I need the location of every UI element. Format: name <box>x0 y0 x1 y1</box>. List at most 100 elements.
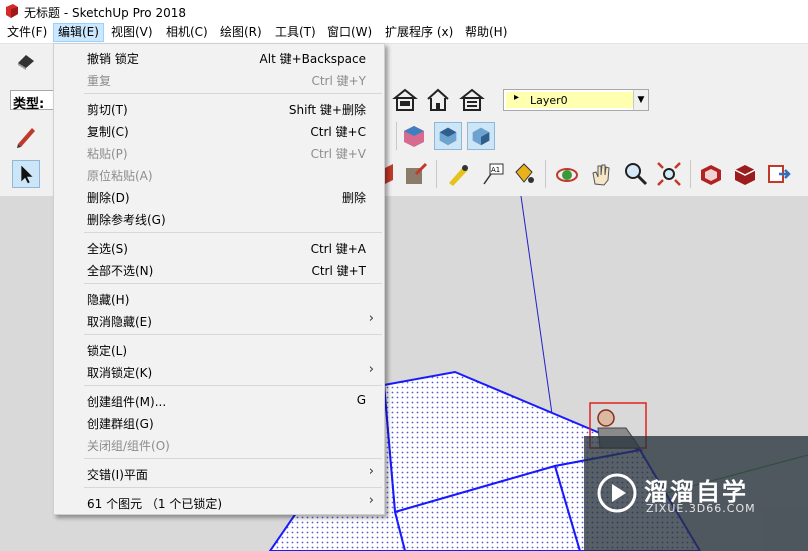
paint-bucket-icon <box>515 163 534 183</box>
menu-item-make-group[interactable]: 创建群组(G) <box>54 411 384 433</box>
menu-item-make-component[interactable]: 创建组件(M)... G <box>54 389 384 411</box>
menu-item-paste[interactable]: 粘贴(P) Ctrl 键+V <box>54 141 384 163</box>
cube-front-icon <box>472 127 490 146</box>
arrow-cursor-icon <box>21 165 33 184</box>
menu-separator <box>84 232 382 233</box>
tape-measure-icon <box>449 165 468 186</box>
menu-item-intersect-faces[interactable]: 交错(I)平面 › <box>54 462 384 484</box>
watermark-subtitle: ZIXUE.3D66.COM <box>646 502 756 515</box>
chevron-right-icon: › <box>368 362 374 377</box>
cube-top-icon <box>439 127 457 146</box>
menu-item-lock[interactable]: 锁定(L) <box>54 338 384 360</box>
menu-separator <box>84 385 382 386</box>
menu-separator <box>84 458 382 459</box>
person-head <box>597 409 615 427</box>
offset-tool-button[interactable] <box>402 160 430 188</box>
hand-icon <box>592 164 610 186</box>
menu-help[interactable]: 帮助(H) <box>461 24 511 41</box>
offset-icon <box>406 162 428 184</box>
tape-measure-button[interactable] <box>444 160 472 188</box>
title-bar: 无标题 - SketchUp Pro 2018 <box>0 0 808 22</box>
menu-view[interactable]: 视图(V) <box>107 24 157 41</box>
menu-item-redo[interactable]: 重复 Ctrl 键+Y <box>54 68 384 90</box>
window-title: 无标题 - SketchUp Pro 2018 <box>24 6 186 20</box>
zoom-extents-icon <box>657 162 681 186</box>
menu-draw[interactable]: 绘图(R) <box>216 24 266 41</box>
edit-menu-dropdown: 撤销 锁定 Alt 键+Backspace 重复 Ctrl 键+Y 剪切(T) … <box>53 43 385 515</box>
menu-item-unhide[interactable]: 取消隐藏(E) › <box>54 309 384 331</box>
select-tool-button[interactable] <box>12 160 40 188</box>
menu-item-cut[interactable]: 剪切(T) Shift 键+删除 <box>54 97 384 119</box>
zoom-tool-button[interactable] <box>621 160 649 188</box>
share-model-icon <box>734 165 756 185</box>
pencil-icon <box>17 128 35 148</box>
watermark: 溜溜自学 ZIXUE.3D66.COM <box>584 436 808 551</box>
menu-item-delete-guides[interactable]: 删除参考线(G) <box>54 207 384 229</box>
menu-separator <box>84 487 382 488</box>
menu-item-select-none[interactable]: 全部不选(N) Ctrl 键+T <box>54 258 384 280</box>
extension-warehouse-button[interactable] <box>458 86 486 114</box>
menu-file[interactable]: 文件(F) <box>3 24 51 41</box>
toolbar-separator <box>690 160 691 188</box>
menu-tools[interactable]: 工具(T) <box>271 24 320 41</box>
send-to-layout-button[interactable] <box>765 160 793 188</box>
menu-separator <box>84 93 382 94</box>
view-top-button[interactable] <box>434 122 462 150</box>
chevron-down-icon[interactable]: ▼ <box>633 90 648 110</box>
3d-warehouse-icon <box>701 165 721 185</box>
layer-color-swatch <box>506 92 636 108</box>
toolbar-separator <box>545 160 546 188</box>
menu-item-paste-in-place[interactable]: 原位粘贴(A) <box>54 163 384 185</box>
share-model-button[interactable] <box>731 160 759 188</box>
menu-item-close-group[interactable]: 关闭组/组件(O) <box>54 433 384 455</box>
send-to-layout-icon <box>768 165 791 183</box>
menu-item-entities[interactable]: 61 个图元 （1 个已锁定) › <box>54 491 384 513</box>
pencil-tool-button[interactable] <box>12 122 40 150</box>
warehouse-3d-button[interactable] <box>697 160 725 188</box>
menu-extensions[interactable]: 扩展程序 (x) <box>381 24 457 41</box>
type-field[interactable]: 类型: <box>10 90 54 112</box>
view-front-button[interactable] <box>467 122 495 150</box>
warehouse-icon <box>392 88 418 111</box>
warehouse-button[interactable] <box>391 86 419 114</box>
menu-separator <box>84 283 382 284</box>
menu-item-copy[interactable]: 复制(C) Ctrl 键+C <box>54 119 384 141</box>
house-button[interactable] <box>424 86 452 114</box>
toolbar-separator <box>396 122 397 150</box>
orbit-tool-button[interactable] <box>553 160 581 188</box>
text-tool-button[interactable]: A1 <box>478 160 506 188</box>
layer-name: Layer0 <box>530 94 568 107</box>
cube-iso-icon <box>404 126 424 147</box>
pan-tool-button[interactable] <box>587 160 615 188</box>
sketchup-logo-icon <box>6 4 18 18</box>
toolbar-separator <box>436 160 437 188</box>
chevron-right-icon: › <box>368 464 374 479</box>
menu-window[interactable]: 窗口(W) <box>323 24 376 41</box>
chevron-right-icon: › <box>368 493 374 508</box>
layer-select[interactable]: ▸ Layer0 ▼ <box>503 89 649 111</box>
play-logo-icon <box>597 473 637 513</box>
menu-item-undo[interactable]: 撤销 锁定 Alt 键+Backspace <box>54 46 384 68</box>
menu-bar: 文件(F) 编辑(E) 视图(V) 相机(C) 绘图(R) 工具(T) 窗口(W… <box>0 22 808 44</box>
layer-active-icon: ▸ <box>514 92 520 103</box>
zoom-extents-button[interactable] <box>655 160 683 188</box>
view-iso-button[interactable] <box>400 122 428 150</box>
paint-bucket-button[interactable] <box>510 160 538 188</box>
type-label: 类型: <box>13 97 45 112</box>
menu-separator <box>84 334 382 335</box>
house-icon <box>427 88 449 111</box>
extension-warehouse-icon <box>459 88 485 111</box>
svg-text:A1: A1 <box>491 166 500 174</box>
menu-item-unlock[interactable]: 取消锁定(K) › <box>54 360 384 382</box>
menu-camera[interactable]: 相机(C) <box>162 24 212 41</box>
eraser-icon <box>18 55 34 70</box>
menu-edit[interactable]: 编辑(E) <box>53 23 104 42</box>
eraser-tool-button[interactable] <box>12 46 40 74</box>
menu-item-hide[interactable]: 隐藏(H) <box>54 287 384 309</box>
orbit-icon <box>556 168 578 182</box>
chevron-right-icon: › <box>368 311 374 326</box>
menu-item-select-all[interactable]: 全选(S) Ctrl 键+A <box>54 236 384 258</box>
menu-item-delete[interactable]: 删除(D) 删除 <box>54 185 384 207</box>
text-label-icon: A1 <box>483 163 504 185</box>
magnifier-icon <box>625 163 648 186</box>
